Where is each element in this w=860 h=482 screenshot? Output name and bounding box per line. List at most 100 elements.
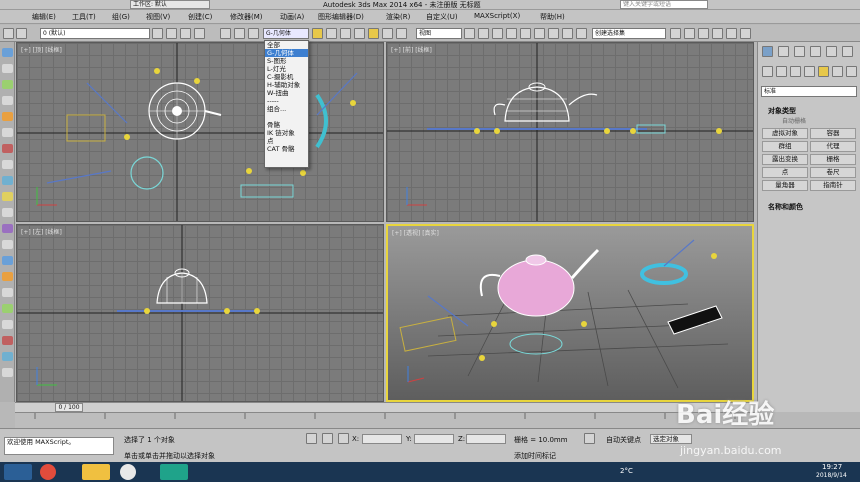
modify-tab-icon[interactable] [778, 46, 789, 57]
autogrid-checkbox[interactable]: 自动栅格 [782, 116, 806, 125]
tool-icon-3[interactable] [2, 80, 13, 89]
unlink-icon[interactable] [180, 28, 191, 39]
tool-icon-14[interactable] [2, 256, 13, 265]
filter-lights[interactable]: L-灯光 [265, 65, 308, 73]
link-icon[interactable] [166, 28, 177, 39]
auto-key-button[interactable]: 自动关键点 [606, 435, 641, 445]
percent-snap-icon[interactable] [506, 28, 517, 39]
tool-icon-15[interactable] [2, 272, 13, 281]
layer-explorer-icon[interactable] [576, 28, 587, 39]
viewport-front[interactable]: [+] [前] [线框] [386, 42, 754, 222]
mirror-icon[interactable] [548, 28, 559, 39]
tool-icon-4[interactable] [2, 96, 13, 105]
protractor-button[interactable]: 量角器 [762, 180, 808, 191]
tool-icon-11[interactable] [2, 208, 13, 217]
menu-customize[interactable]: 自定义(U) [426, 12, 458, 22]
expose-transform-button[interactable]: 露出变换 [762, 154, 808, 165]
utilities-tab-icon[interactable] [842, 46, 853, 57]
menu-graph-editors[interactable]: 图形编辑器(D) [318, 12, 364, 22]
select-manipulate-icon[interactable] [382, 28, 393, 39]
viewport-label-top[interactable]: [+] [顶] [线框] [21, 45, 62, 54]
container-button[interactable]: 容器 [810, 128, 856, 139]
tool-icon-2[interactable] [2, 64, 13, 73]
move-icon[interactable] [326, 28, 337, 39]
viewport-label-front[interactable]: [+] [前] [线框] [391, 45, 432, 54]
select-by-name-icon[interactable] [234, 28, 245, 39]
absolute-mode-icon[interactable] [338, 433, 349, 444]
isolate-icon[interactable] [322, 433, 333, 444]
angle-snap-icon[interactable] [492, 28, 503, 39]
filter-helpers[interactable]: H-辅助对象 [265, 81, 308, 89]
bind-spacewarp-icon[interactable] [194, 28, 205, 39]
filter-point[interactable]: 点 [265, 137, 308, 145]
rollout-name-color[interactable]: 名称和颜色 [768, 202, 803, 212]
menu-rendering[interactable]: 渲染(R) [386, 12, 410, 22]
menu-views[interactable]: 视图(V) [146, 12, 170, 22]
filter-cat-bone[interactable]: CAT 骨骼 [265, 145, 308, 153]
menu-maxscript[interactable]: MAXScript(X) [474, 12, 520, 20]
create-tab-icon[interactable] [762, 46, 773, 57]
search-input[interactable]: 键入关键字或短语 [620, 0, 708, 9]
viewport-left[interactable]: [+] [左] [线框] [16, 224, 384, 402]
select-place-icon[interactable] [368, 28, 379, 39]
track-bar[interactable] [15, 412, 757, 428]
keyboard-shortcut-icon[interactable] [396, 28, 407, 39]
undo-icon[interactable] [3, 28, 14, 39]
z-coord-field[interactable] [466, 434, 506, 444]
compass-button[interactable]: 指南针 [810, 180, 856, 191]
render-production-icon[interactable] [740, 28, 751, 39]
tool-icon-13[interactable] [2, 240, 13, 249]
lights-category-icon[interactable] [790, 66, 801, 77]
filter-ik-chain[interactable]: IK 链对象 [265, 129, 308, 137]
tool-icon-9[interactable] [2, 176, 13, 185]
menu-create[interactable]: 创建(C) [188, 12, 212, 22]
menu-help[interactable]: 帮助(H) [540, 12, 565, 22]
grid-button[interactable]: 栅格 [810, 154, 856, 165]
workspace-selector[interactable]: 工作区: 默认 [130, 0, 210, 9]
rendered-frame-icon[interactable] [726, 28, 737, 39]
proxy-button[interactable]: 代理 [810, 141, 856, 152]
filter-all[interactable]: 全部 [265, 41, 308, 49]
viewport-perspective[interactable]: [+] [透视] [真实] [386, 224, 754, 402]
viewport-label-left[interactable]: [+] [左] [线框] [21, 227, 62, 236]
menu-tools[interactable]: 工具(T) [72, 12, 96, 22]
menu-modifiers[interactable]: 修改器(M) [230, 12, 263, 22]
named-selection-sets[interactable]: 创建选择集 [592, 28, 666, 39]
key-filter-dropdown[interactable]: 选定对象 [650, 434, 692, 444]
rollout-object-type[interactable]: 对象类型 [768, 106, 796, 116]
viewport-label-perspective[interactable]: [+] [透视] [真实] [392, 228, 439, 237]
3dsmax-icon[interactable] [160, 464, 188, 480]
edit-named-sets-icon[interactable] [534, 28, 545, 39]
tool-icon-6[interactable] [2, 128, 13, 137]
scale-icon[interactable] [354, 28, 365, 39]
render-setup-icon[interactable] [712, 28, 723, 39]
tool-icon-10[interactable] [2, 192, 13, 201]
tool-icon-18[interactable] [2, 320, 13, 329]
menu-group[interactable]: 组(G) [112, 12, 130, 22]
snap-icon[interactable] [478, 28, 489, 39]
tool-icon-8[interactable] [2, 160, 13, 169]
select-object-icon[interactable] [220, 28, 231, 39]
helpers-category-icon[interactable] [818, 66, 829, 77]
reference-coord-dropdown[interactable]: 视图 [416, 28, 462, 39]
tool-icon-5[interactable] [2, 112, 13, 121]
start-icon[interactable] [4, 464, 32, 480]
dummy-button[interactable]: 虚拟对象 [762, 128, 808, 139]
select-region-icon[interactable] [248, 28, 259, 39]
app-icon[interactable] [120, 464, 136, 480]
tool-icon-17[interactable] [2, 304, 13, 313]
hierarchy-tab-icon[interactable] [794, 46, 805, 57]
layer-manager-icon[interactable] [152, 28, 163, 39]
shapes-category-icon[interactable] [776, 66, 787, 77]
filter-cameras[interactable]: C-摄影机 [265, 73, 308, 81]
rotate-icon[interactable] [340, 28, 351, 39]
maxscript-listener[interactable]: 欢迎使用 MAXScript。 [4, 437, 114, 455]
geometry-category-icon[interactable] [762, 66, 773, 77]
tool-icon-20[interactable] [2, 352, 13, 361]
viewport-top[interactable]: [+] [顶] [线框] [16, 42, 384, 222]
tool-icon-16[interactable] [2, 288, 13, 297]
material-editor-icon[interactable] [698, 28, 709, 39]
tool-icon-12[interactable] [2, 224, 13, 233]
layer-dropdown[interactable]: 0 (默认) [40, 28, 150, 39]
point-button[interactable]: 点 [762, 167, 808, 178]
